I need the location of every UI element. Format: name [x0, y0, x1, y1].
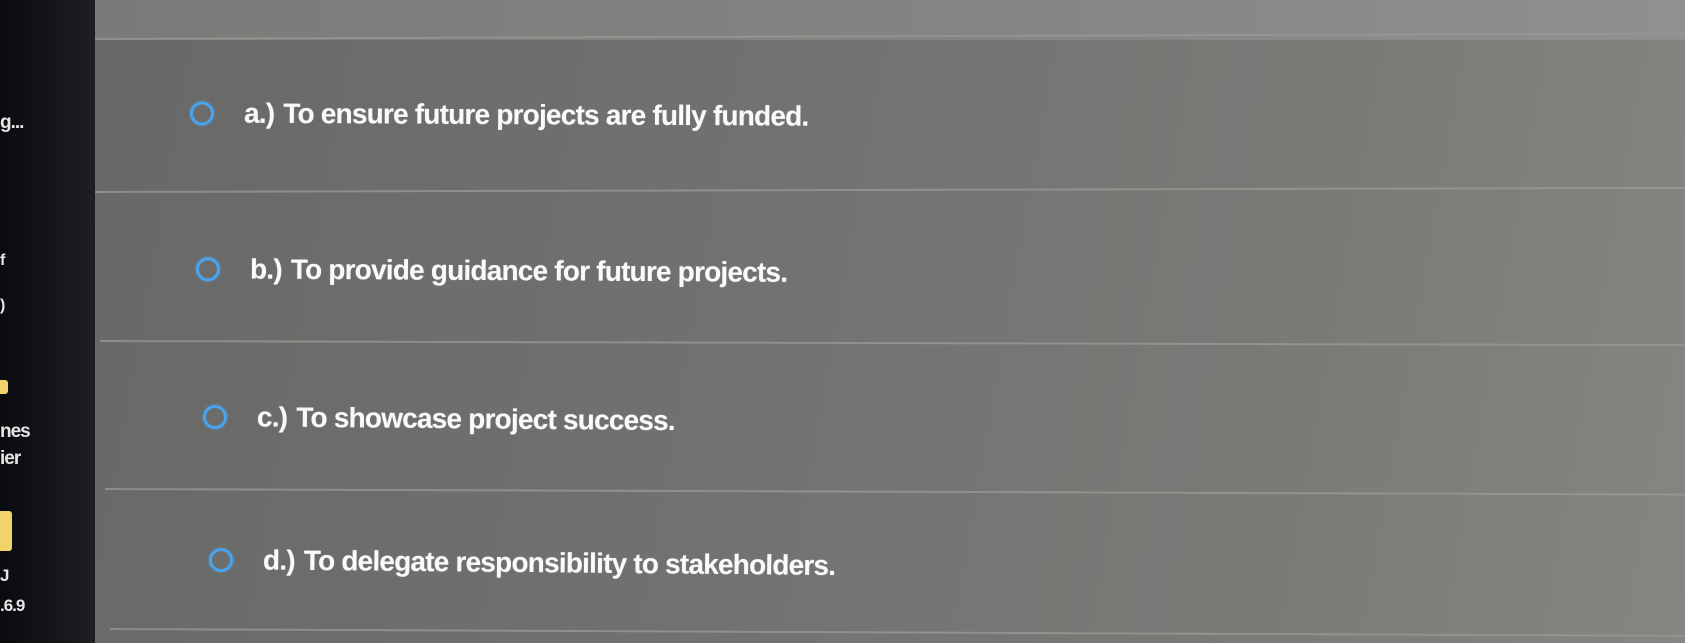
- answer-option-d[interactable]: d.) To delegate responsibility to stakeh…: [208, 544, 836, 582]
- radio-button-a[interactable]: [189, 101, 215, 126]
- sidebar-indicator: [0, 380, 8, 394]
- radio-button-b[interactable]: [195, 257, 221, 282]
- answer-option-c[interactable]: c.) To showcase project success.: [202, 401, 675, 437]
- sidebar-highlight-chip[interactable]: [0, 511, 12, 551]
- sidebar-text-fragment-3: ): [0, 297, 5, 314]
- option-letter-c[interactable]: c.): [257, 401, 288, 433]
- sidebar-text-fragment-4[interactable]: nes: [0, 421, 31, 443]
- option-letter-d[interactable]: d.): [263, 545, 295, 577]
- sidebar-text-fragment-2: f: [0, 252, 5, 269]
- option-text-b[interactable]: To provide guidance for future projects.: [291, 254, 788, 289]
- option-letter-a[interactable]: a.): [244, 98, 274, 130]
- option-text-a[interactable]: To ensure future projects are fully fund…: [283, 98, 808, 133]
- sidebar-text-fragment-7: .6.9: [0, 596, 25, 615]
- option-text-d[interactable]: To delegate responsibility to stakeholde…: [304, 545, 836, 582]
- radio-button-d[interactable]: [208, 547, 234, 573]
- sidebar-text-fragment-1[interactable]: g...: [0, 112, 24, 134]
- option-letter-b[interactable]: b.): [250, 254, 282, 286]
- answer-option-a[interactable]: a.) To ensure future projects are fully …: [189, 97, 809, 133]
- radio-button-c[interactable]: [202, 404, 228, 430]
- sidebar-text-fragment-5[interactable]: ier: [0, 448, 21, 470]
- sidebar-text-fragment-6: J: [0, 566, 10, 585]
- option-text-c[interactable]: To showcase project success.: [296, 402, 675, 437]
- answer-option-b[interactable]: b.) To provide guidance for future proje…: [195, 253, 788, 289]
